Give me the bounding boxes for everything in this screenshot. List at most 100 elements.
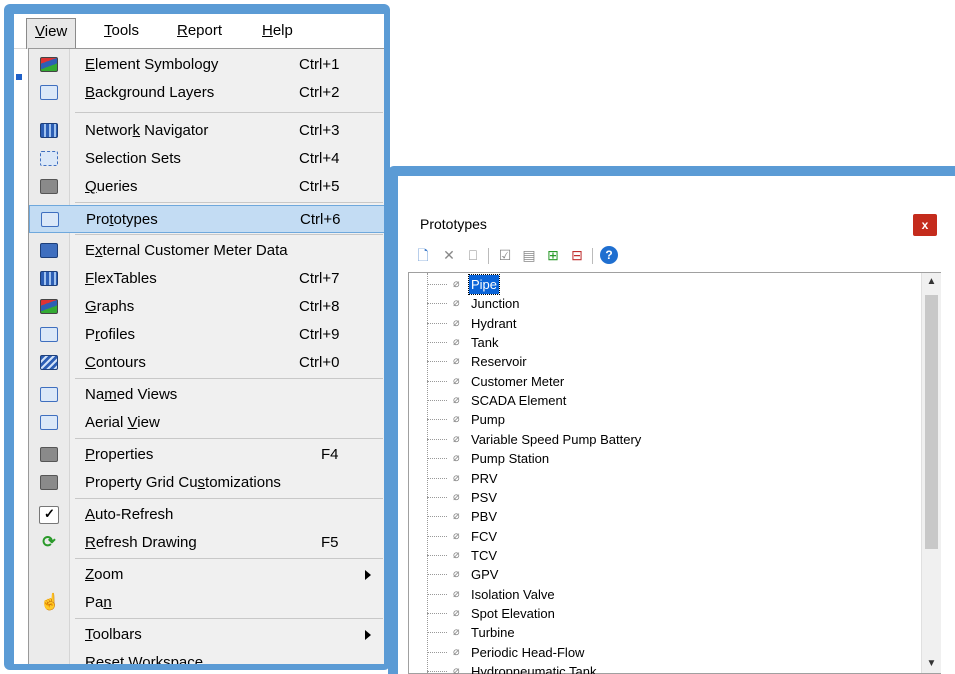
delete-icon[interactable]: ✕: [440, 246, 458, 264]
tree-item-psv[interactable]: ⌀ PSV: [427, 488, 927, 507]
tree-item-periodic-head-flow[interactable]: ⌀ Periodic Head-Flow: [427, 643, 927, 662]
close-button[interactable]: x: [913, 214, 937, 236]
collapse-all-icon[interactable]: ⊟: [568, 246, 586, 264]
menu-separator: [75, 618, 383, 619]
queries-icon: [40, 179, 58, 194]
menu-item-refresh-drawing[interactable]: ⟳ Refresh Drawing F5: [29, 529, 384, 557]
menu-item-named-views[interactable]: Named Views: [29, 381, 384, 409]
scroll-down-icon[interactable]: ▼: [922, 655, 941, 673]
tree-item-label: SCADA Element: [471, 393, 567, 409]
prototype-item-icon: ⌀: [453, 490, 460, 503]
menu-item-aerial-view[interactable]: Aerial View: [29, 409, 384, 437]
tree-item-gpv[interactable]: ⌀ GPV: [427, 565, 927, 584]
prototypes-icon: [41, 212, 59, 227]
toolbar-separator: [592, 248, 593, 264]
report-icon[interactable]: ▤: [520, 246, 538, 264]
background-app-strip: [14, 14, 28, 664]
tree-item-scada-element[interactable]: ⌀ SCADA Element: [427, 391, 927, 410]
menu-item-label: Contours: [85, 354, 146, 371]
make-current-icon[interactable]: ☑: [496, 246, 514, 264]
menu-separator: [75, 378, 383, 379]
tree-item-hydropneumatic-tank[interactable]: ⌀ Hydropneumatic Tank: [427, 662, 927, 674]
selection-sets-icon: [40, 151, 58, 166]
menu-label: iew: [44, 23, 68, 40]
tree-item-label: Junction: [471, 296, 520, 312]
tree-item-pipe[interactable]: ⌀ Pipe: [427, 274, 927, 295]
submenu-arrow-icon: [365, 570, 371, 580]
tree-item-junction[interactable]: ⌀ Junction: [427, 294, 927, 313]
tree-item-tcv[interactable]: ⌀ TCV: [427, 546, 927, 565]
menu-item-profiles[interactable]: Profiles Ctrl+9: [29, 321, 384, 349]
help-icon[interactable]: ?: [600, 246, 618, 264]
menu-item-queries[interactable]: Queries Ctrl+5: [29, 173, 384, 201]
background-layers-icon: [40, 85, 58, 100]
tree-item-prv[interactable]: ⌀ PRV: [427, 469, 927, 488]
menu-item-background-layers[interactable]: Background Layers Ctrl+2: [29, 79, 384, 107]
menu-item-label: Reset Workspace...: [85, 654, 216, 664]
menu-item-properties[interactable]: Properties F4: [29, 441, 384, 469]
prototype-item-icon: ⌀: [453, 336, 460, 349]
menu-item-shortcut: Ctrl+2: [299, 84, 340, 101]
contours-icon: [40, 355, 58, 370]
menu-tools[interactable]: Tools: [96, 18, 147, 44]
tree-item-fcv[interactable]: ⌀ FCV: [427, 527, 927, 546]
menu-item-toolbars[interactable]: Toolbars: [29, 621, 384, 649]
tree-item-spot-elevation[interactable]: ⌀ Spot Elevation: [427, 604, 927, 623]
menu-item-external-customer-meter-data[interactable]: External Customer Meter Data: [29, 237, 384, 265]
menu-item-graphs[interactable]: Graphs Ctrl+8: [29, 293, 384, 321]
menu-item-flextables[interactable]: FlexTables Ctrl+7: [29, 265, 384, 293]
tree-item-tank[interactable]: ⌀ Tank: [427, 333, 927, 352]
tree-item-pump[interactable]: ⌀ Pump: [427, 410, 927, 429]
menu-label-mnemonic: R: [177, 22, 188, 39]
scroll-up-icon[interactable]: ▲: [922, 273, 941, 291]
tree-item-pbv[interactable]: ⌀ PBV: [427, 507, 927, 526]
check-icon: [39, 506, 59, 524]
tree-connector: [427, 593, 447, 595]
tree-item-isolation-valve[interactable]: ⌀ Isolation Valve: [427, 585, 927, 604]
tree-connector: [427, 458, 447, 460]
menu-label-mnemonic: T: [104, 22, 112, 39]
tree-item-label: Pump Station: [471, 451, 550, 467]
menu-item-label: Properties: [85, 446, 154, 463]
tree-item-variable-speed-pump-battery[interactable]: ⌀ Variable Speed Pump Battery: [427, 430, 927, 449]
menu-item-property-grid-customizations[interactable]: Property Grid Customizations: [29, 469, 384, 497]
menu-report[interactable]: Report: [169, 18, 230, 44]
menu-item-shortcut: Ctrl+4: [299, 150, 340, 167]
menu-item-label: Element Symbology: [85, 56, 219, 73]
tree-connector: [427, 516, 447, 518]
menu-label-mnemonic: H: [262, 22, 273, 39]
tree-connector: [427, 400, 447, 402]
menu-item-prototypes[interactable]: Prototypes Ctrl+6: [29, 205, 384, 233]
menu-help[interactable]: Help: [254, 18, 301, 44]
prototype-item-icon: ⌀: [453, 452, 460, 465]
menu-item-pan[interactable]: ☝ Pan: [29, 589, 384, 617]
expand-all-icon[interactable]: ⊞: [544, 246, 562, 264]
tree-item-label: Variable Speed Pump Battery: [471, 431, 642, 447]
prototype-item-icon: ⌀: [453, 510, 460, 523]
tree-item-pump-station[interactable]: ⌀ Pump Station: [427, 449, 927, 468]
menu-item-element-symbology[interactable]: Element Symbology Ctrl+1: [29, 51, 384, 79]
prototype-item-icon: ⌀: [453, 355, 460, 368]
vertical-scrollbar[interactable]: ▲ ▼: [921, 273, 941, 673]
tree-item-hydrant[interactable]: ⌀ Hydrant: [427, 314, 927, 333]
menu-item-auto-refresh[interactable]: Auto-Refresh: [29, 501, 384, 529]
tree-item-turbine[interactable]: ⌀ Turbine: [427, 623, 927, 642]
menu-view[interactable]: View: [26, 18, 77, 49]
menu-item-network-navigator[interactable]: Network Navigator Ctrl+3: [29, 117, 384, 145]
tree-connector: [427, 477, 447, 479]
menu-item-shortcut: Ctrl+0: [299, 354, 340, 371]
new-icon[interactable]: 🗋: [414, 246, 432, 264]
menu-label: elp: [272, 22, 293, 39]
tree-item-customer-meter[interactable]: ⌀ Customer Meter: [427, 372, 927, 391]
menu-item-zoom[interactable]: Zoom: [29, 561, 384, 589]
menu-item-label: Queries: [85, 178, 138, 195]
menu-item-reset-workspace[interactable]: Reset Workspace...: [29, 649, 384, 664]
scrollbar-thumb[interactable]: [925, 295, 938, 549]
menu-item-contours[interactable]: Contours Ctrl+0: [29, 349, 384, 377]
tree-item-reservoir[interactable]: ⌀ Reservoir: [427, 352, 927, 371]
tree-item-label: Hydrant: [471, 315, 517, 331]
menu-item-shortcut: F5: [321, 534, 339, 551]
flextables-icon: [40, 271, 58, 286]
menu-item-selection-sets[interactable]: Selection Sets Ctrl+4: [29, 145, 384, 173]
rename-icon[interactable]: ⎕: [464, 246, 482, 264]
